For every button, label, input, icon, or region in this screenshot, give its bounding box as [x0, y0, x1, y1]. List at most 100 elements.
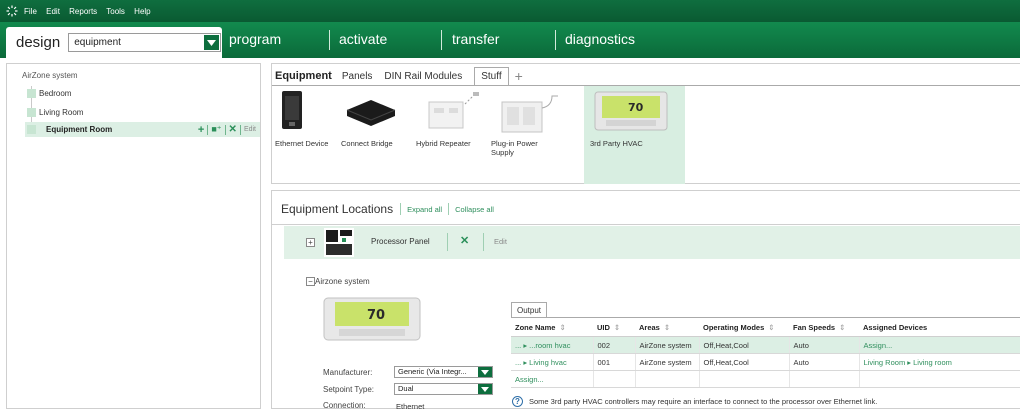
hybrid-repeater-icon — [428, 92, 479, 129]
expand-icon[interactable]: + — [306, 238, 315, 247]
menu-reports[interactable]: Reports — [69, 7, 97, 16]
edit-link[interactable]: Edit — [494, 237, 507, 246]
room-icon — [27, 125, 36, 134]
thermostat-icon: 70 — [594, 91, 668, 131]
table-row[interactable]: Assign... — [511, 370, 1020, 388]
tab-program[interactable]: program — [229, 31, 281, 47]
app-logo-icon — [6, 5, 18, 17]
table-row[interactable]: ... ▸ Living hvac 001 AirZone system Off… — [511, 353, 1020, 371]
device-plug-in-power-supply[interactable]: Plug-in Power Supply — [488, 86, 566, 184]
tab-design[interactable]: design equipment — [6, 27, 222, 58]
delete-icon[interactable]: ✕ — [460, 234, 469, 247]
processor-panel-icon — [324, 228, 354, 257]
tab-transfer[interactable]: transfer — [452, 31, 499, 47]
areas-cell: AirZone system — [635, 336, 700, 354]
main-nav: design equipment program activate transf… — [0, 22, 1020, 58]
tree-root[interactable]: AirZone system — [22, 71, 78, 80]
device-label: Connect Bridge — [341, 139, 393, 148]
equipment-select[interactable]: equipment — [68, 33, 222, 52]
zone-name-cell[interactable]: ... ▸ ...room hvac — [511, 336, 594, 354]
tab-din-rail-modules[interactable]: DIN Rail Modules — [384, 71, 462, 85]
empty-cell — [593, 370, 636, 388]
setpoint-type-select[interactable]: Dual — [394, 383, 493, 395]
chevron-down-icon[interactable] — [478, 384, 492, 394]
sort-icon[interactable]: ⇕ — [664, 323, 670, 332]
thermostat-display: 70 — [367, 308, 385, 323]
column-header[interactable]: Assigned Devices — [859, 317, 1020, 337]
tree-item-living-room[interactable]: Living Room — [27, 105, 260, 119]
device-label: 3rd Party HVAC — [590, 139, 643, 148]
assigned-devices-cell[interactable]: Living Room ▸ Living room — [859, 353, 1020, 371]
menu-tools[interactable]: Tools — [106, 7, 125, 16]
collapse-all-link[interactable]: Collapse all — [455, 205, 494, 214]
connection-value: Ethernet — [396, 402, 425, 411]
sort-icon[interactable]: ⇕ — [559, 323, 565, 332]
device-connect-bridge[interactable]: Connect Bridge — [338, 86, 408, 184]
tree-item-label: Bedroom — [39, 88, 72, 98]
locations-title: Equipment Locations — [281, 202, 394, 216]
column-header[interactable]: Zone Name ⇕ — [511, 317, 593, 337]
column-header-label: Assigned Devices — [863, 322, 928, 332]
power-supply-icon — [501, 95, 558, 133]
menu-edit[interactable]: Edit — [46, 7, 60, 16]
airzone-system-label: Airzone system — [315, 277, 370, 286]
add-icon[interactable]: + — [198, 124, 204, 136]
tab-panels[interactable]: Panels — [342, 71, 373, 85]
device-hybrid-repeater[interactable]: Hybrid Repeater — [413, 86, 485, 184]
sort-icon[interactable]: ⇕ — [839, 323, 845, 332]
chevron-down-icon[interactable] — [204, 35, 220, 50]
nav-divider — [441, 30, 442, 50]
device-ethernet[interactable]: Ethernet Device — [272, 86, 336, 184]
collapse-icon[interactable]: − — [306, 277, 315, 286]
fan-speeds-cell: Auto — [789, 336, 860, 354]
column-header[interactable]: Areas ⇕ — [635, 317, 699, 337]
column-header[interactable]: Operating Modes ⇕ — [699, 317, 789, 337]
expand-all-link[interactable]: Expand all — [407, 205, 442, 214]
menu-help[interactable]: Help — [134, 7, 150, 16]
column-header[interactable]: UID ⇕ — [593, 317, 635, 337]
header-divider — [272, 224, 1020, 225]
edit-link[interactable]: Edit — [244, 126, 256, 133]
setpoint-type-label: Setpoint Type: — [323, 385, 374, 394]
tab-output[interactable]: Output — [511, 302, 548, 318]
assign-link[interactable]: Assign... — [511, 370, 594, 388]
tree-item-equipment-room[interactable]: Equipment Room + ■⁺ ✕ Edit — [25, 122, 260, 137]
tab-stuff[interactable]: Stuff — [474, 67, 509, 85]
empty-cell — [699, 370, 790, 388]
connect-bridge-icon — [346, 100, 396, 126]
delete-icon[interactable]: ✕ — [229, 124, 237, 135]
chevron-down-icon[interactable] — [478, 367, 492, 377]
sort-icon[interactable]: ⇕ — [614, 323, 620, 332]
add-tab-icon[interactable]: + — [515, 68, 523, 84]
processor-panel-row[interactable]: + Processor Panel ✕ Edit — [284, 226, 1020, 259]
menu-file[interactable]: File — [24, 7, 37, 16]
table-row[interactable]: ... ▸ ...room hvac 002 AirZone system Of… — [511, 336, 1020, 354]
column-header-label: Fan Speeds — [793, 322, 836, 332]
design-label: design — [16, 34, 61, 51]
device-label: Hybrid Repeater — [416, 139, 471, 148]
manufacturer-select[interactable]: Generic (Via Integr... — [394, 366, 493, 378]
uid-cell: 002 — [593, 336, 636, 354]
assigned-devices-cell[interactable]: Assign... — [859, 336, 1020, 354]
manufacturer-value: Generic (Via Integr... — [398, 367, 467, 376]
uid-cell: 001 — [593, 353, 636, 371]
nav-divider — [555, 30, 556, 50]
areas-cell: AirZone system — [635, 353, 700, 371]
equipment-select-value: equipment — [74, 37, 121, 48]
manufacturer-label: Manufacturer: — [323, 368, 373, 377]
processor-panel-label: Processor Panel — [371, 237, 430, 246]
column-header-label: Areas — [639, 322, 660, 332]
tab-diagnostics[interactable]: diagnostics — [565, 31, 635, 47]
equipment-title: Equipment — [275, 70, 332, 82]
zone-name-cell[interactable]: ... ▸ Living hvac — [511, 353, 594, 371]
tab-activate[interactable]: activate — [339, 31, 387, 47]
device-3rd-party-hvac[interactable]: 70 3rd Party HVAC — [584, 86, 685, 184]
column-header-label: UID — [597, 322, 610, 332]
add-child-icon[interactable]: ■⁺ — [211, 124, 221, 135]
device-label: Plug-in Power Supply — [491, 139, 538, 157]
tree-item-bedroom[interactable]: Bedroom — [27, 86, 260, 100]
column-header[interactable]: Fan Speeds ⇕ — [789, 317, 859, 337]
help-icon: ? — [512, 396, 523, 407]
fan-speeds-cell: Auto — [789, 353, 860, 371]
sort-icon[interactable]: ⇕ — [768, 323, 774, 332]
